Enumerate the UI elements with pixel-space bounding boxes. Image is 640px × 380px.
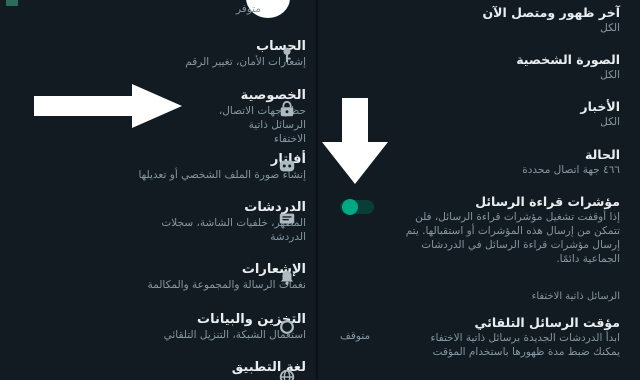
privacy-item-title: الحالة bbox=[585, 147, 620, 162]
settings-item-subtitle: إنشاء صورة الملف الشخصي أو تعديلها bbox=[138, 169, 306, 181]
settings-item-title: أفاتار bbox=[270, 152, 306, 167]
settings-panel: متوفر الحساب إشعارات الأمان، تغيير الرقم… bbox=[0, 0, 316, 380]
bell-icon bbox=[276, 266, 298, 288]
key-icon bbox=[276, 44, 298, 66]
privacy-item-read-receipts[interactable]: مؤشرات قراءة الرسائل إذا أوقفت تشغيل مؤش… bbox=[400, 194, 620, 266]
privacy-item-default-timer[interactable]: مؤقت الرسائل التلقائي ابدأ الدردشات الجد… bbox=[410, 315, 620, 359]
settings-item-subtitle: استعمال الشبكة، التنزيل التلقائي bbox=[163, 329, 306, 341]
settings-item-account[interactable]: الحساب إشعارات الأمان، تغيير الرقم bbox=[16, 39, 306, 69]
settings-item-title: الحساب bbox=[256, 39, 306, 54]
privacy-item-title: الصورة الشخصية bbox=[516, 52, 620, 67]
settings-item-storage[interactable]: التخزين والبيانات استعمال الشبكة، التنزي… bbox=[16, 312, 306, 342]
settings-item-language[interactable]: لغة التطبيق bbox=[16, 360, 306, 376]
privacy-item-subtitle: ابدأ الدردشات الجديدة برسائل ذاتية الاخت… bbox=[430, 332, 620, 358]
settings-item-avatar[interactable]: أفاتار إنشاء صورة الملف الشخصي أو تعديله… bbox=[16, 152, 306, 182]
storage-circle-icon bbox=[276, 316, 298, 338]
privacy-panel: آخر ظهور ومتصل الآن الكل الصورة الشخصية … bbox=[318, 0, 640, 380]
read-receipts-toggle[interactable] bbox=[340, 199, 374, 215]
pointer-arrow-down bbox=[322, 98, 388, 184]
toggle-knob bbox=[342, 199, 358, 215]
chat-icon bbox=[276, 208, 298, 230]
settings-item-chats[interactable]: الدردشات المظهر، خلفيات الشاشة، سجلات ال… bbox=[16, 200, 306, 244]
settings-item-subtitle: إشعارات الأمان، تغيير الرقم bbox=[185, 56, 306, 68]
privacy-item-subtitle: ٤٦٦ جهة اتصال محددة bbox=[522, 164, 620, 176]
privacy-item-title: مؤشرات قراءة الرسائل bbox=[475, 194, 620, 209]
settings-item-notifications[interactable]: الإشعارات نغمات الرسالة والمجموعة والمكا… bbox=[16, 262, 306, 292]
privacy-item-title: مؤقت الرسائل التلقائي bbox=[474, 315, 620, 330]
privacy-item-title: الأخبار bbox=[580, 99, 620, 114]
privacy-item-profile-photo[interactable]: الصورة الشخصية الكل bbox=[350, 52, 620, 82]
privacy-item-subtitle: إذا أوقفت تشغيل مؤشرات قراءة الرسائل، فل… bbox=[405, 211, 620, 265]
privacy-item-last-seen[interactable]: آخر ظهور ومتصل الآن الكل bbox=[350, 5, 620, 35]
settings-item-subtitle: نغمات الرسالة والمجموعة والمكالمة bbox=[147, 279, 306, 291]
privacy-item-subtitle: الكل bbox=[600, 69, 620, 81]
profile-status: متوفر bbox=[236, 3, 262, 15]
privacy-item-title: آخر ظهور ومتصل الآن bbox=[482, 5, 620, 20]
privacy-item-status[interactable]: الحالة ٤٦٦ جهة اتصال محددة bbox=[350, 147, 620, 177]
lock-icon bbox=[276, 98, 298, 120]
globe-icon bbox=[276, 366, 298, 380]
timer-value: متوقف bbox=[340, 330, 371, 342]
settings-item-title: التخزين والبيانات bbox=[197, 312, 306, 327]
privacy-item-subtitle: الكل bbox=[600, 116, 620, 128]
privacy-item-subtitle: الكل bbox=[600, 22, 620, 34]
privacy-item-about[interactable]: الأخبار الكل bbox=[350, 99, 620, 129]
settings-item-title: الدردشات bbox=[244, 200, 306, 215]
qr-code-icon[interactable] bbox=[6, 0, 18, 6]
settings-item-title: لغة التطبيق bbox=[231, 360, 306, 375]
section-header-disappearing: الرسائل ذاتية الاختفاء bbox=[531, 291, 620, 302]
pointer-arrow-right bbox=[34, 84, 182, 128]
avatar-face-icon bbox=[276, 155, 298, 177]
settings-item-title: الإشعارات bbox=[241, 262, 306, 277]
